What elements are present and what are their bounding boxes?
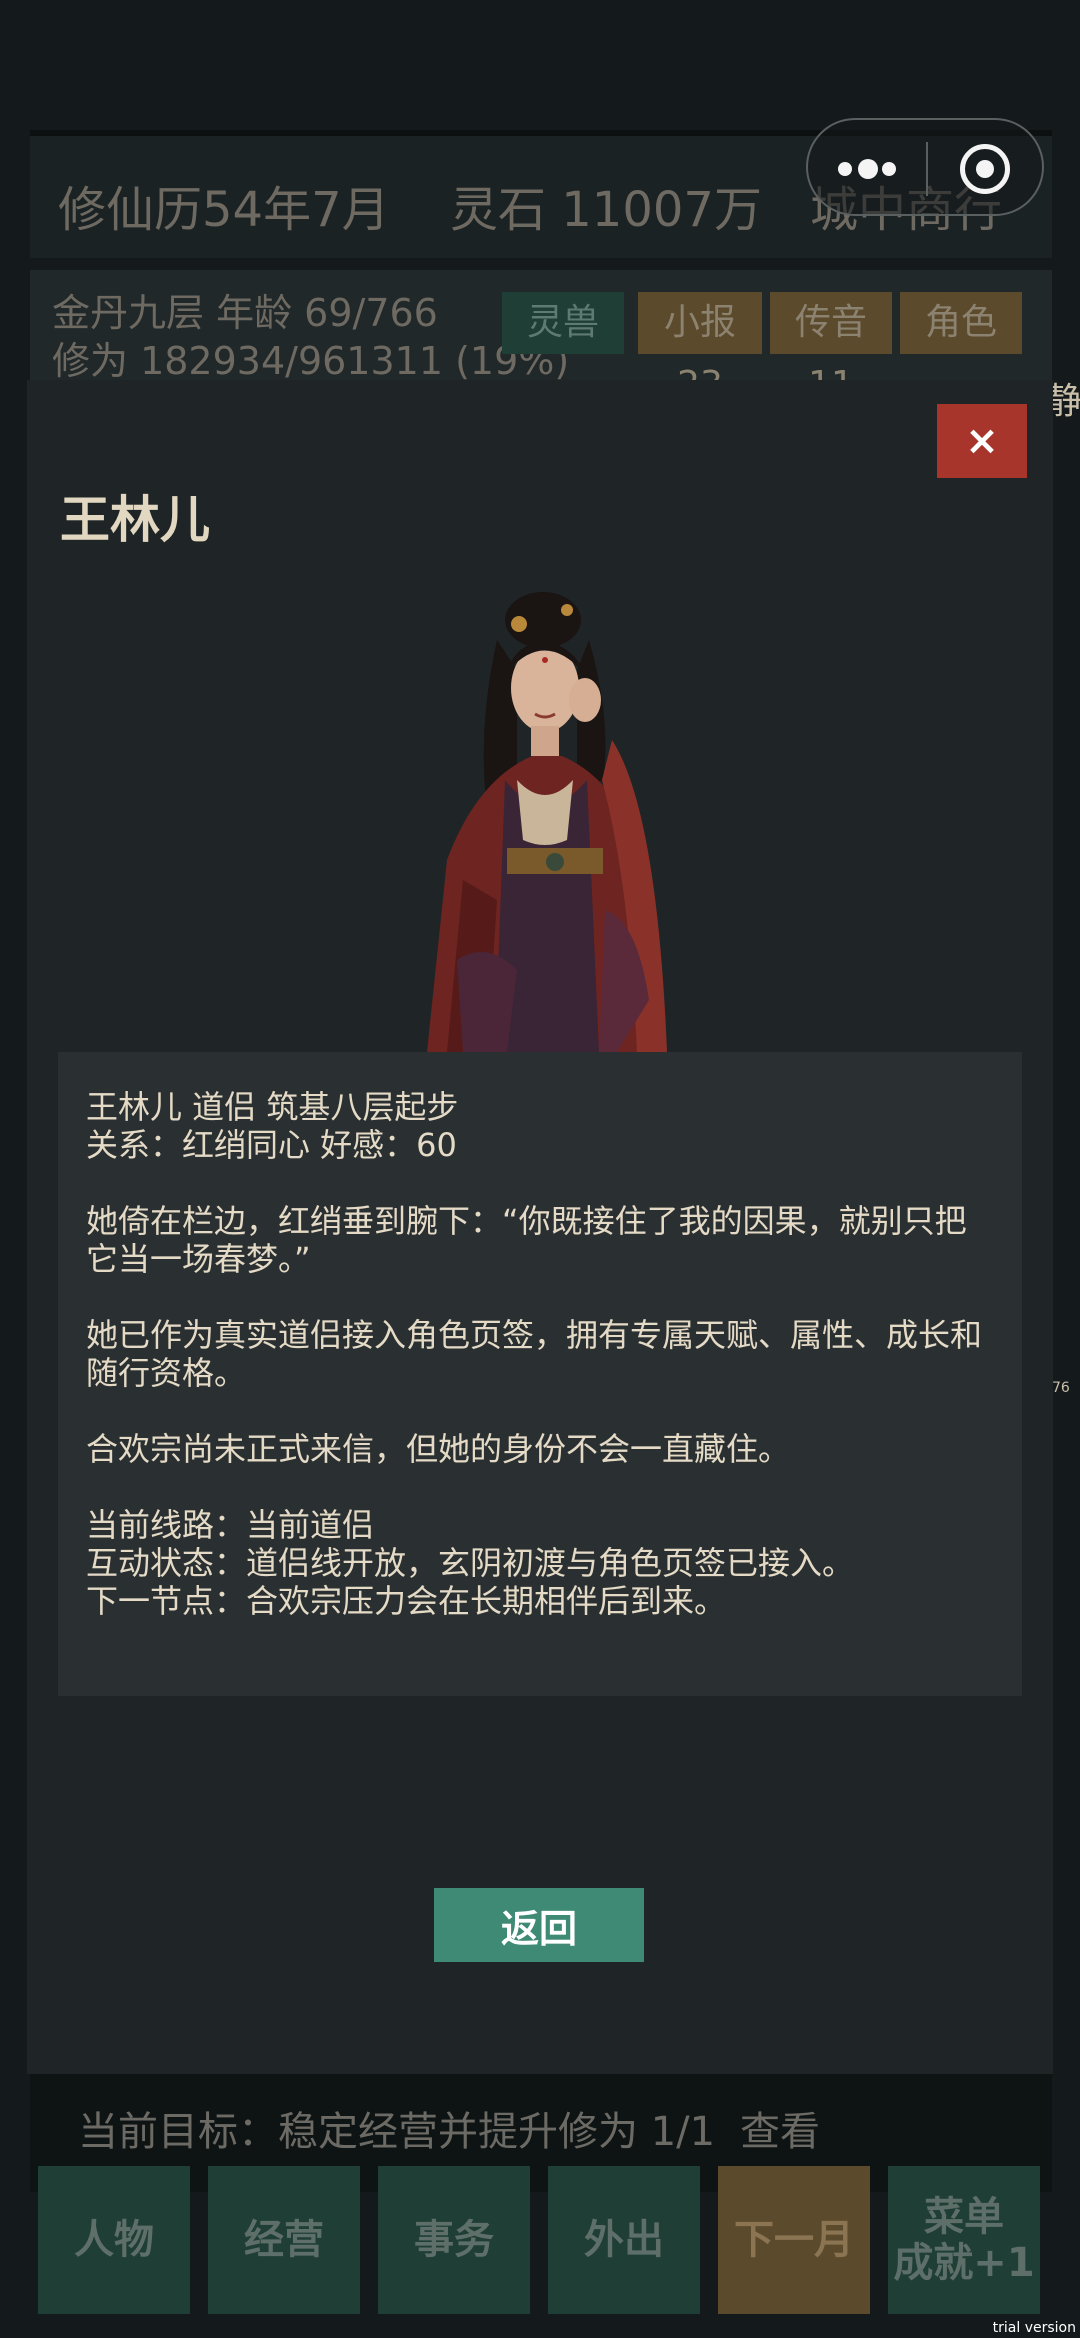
calendar-date: 修仙历54年7月 xyxy=(58,182,390,238)
close-miniprogram-icon[interactable] xyxy=(960,144,1010,194)
return-button[interactable]: 返回 xyxy=(434,1888,644,1962)
side-number: 76 xyxy=(1052,1380,1070,1396)
nav-menu[interactable]: 菜单 成就+1 xyxy=(888,2166,1040,2314)
character-modal: × 王林儿 王林儿 道侣 筑基八层起步 关系：红绡同心 好感：60 她倚在栏边，… xyxy=(27,380,1053,2074)
cultivation-progress: 修为 182934/961311 (19%) xyxy=(52,339,570,383)
miniprogram-capsule xyxy=(806,118,1044,216)
tab-spirit-beast[interactable]: 灵兽 xyxy=(502,292,624,354)
info-relation-line: 关系：红绡同心 好感：60 xyxy=(86,1126,457,1164)
spirit-stone-count: 灵石 11007万 xyxy=(450,182,762,238)
nav-outing[interactable]: 外出 xyxy=(548,2166,700,2314)
capsule-divider xyxy=(926,142,928,196)
goal-text: 当前目标：稳定经营并提升修为 1/1 xyxy=(78,2109,716,2155)
info-route-line: 当前线路：当前道侣 xyxy=(86,1506,375,1544)
info-story-line: 它当一场春梦。” xyxy=(86,1240,311,1278)
nav-affairs[interactable]: 事务 xyxy=(378,2166,530,2314)
character-info-card: 王林儿 道侣 筑基八层起步 关系：红绡同心 好感：60 她倚在栏边，红绡垂到腕下… xyxy=(58,1052,1022,1696)
tab-character[interactable]: 角色 xyxy=(900,292,1022,354)
info-story-line: 她倚在栏边，红绡垂到腕下：“你既接住了我的因果，就别只把 xyxy=(86,1202,967,1240)
tab-messages[interactable]: 传音 11 xyxy=(770,292,892,405)
nav-next-month[interactable]: 下一月 xyxy=(718,2166,870,2314)
realm-age: 金丹九层 年龄 69/766 xyxy=(52,291,438,335)
info-next-node-line: 下一节点：合欢宗压力会在长期相伴后到来。 xyxy=(86,1582,727,1620)
nav-character[interactable]: 人物 xyxy=(38,2166,190,2314)
watermark: trial version xyxy=(992,2320,1076,2336)
info-status-line: 随行资格。 xyxy=(86,1354,247,1392)
character-portrait xyxy=(427,592,667,1052)
info-sect-line: 合欢宗尚未正式来信，但她的身份不会一直藏住。 xyxy=(86,1430,791,1468)
info-status-line: 她已作为真实道侣接入角色页签，拥有专属天赋、属性、成长和 xyxy=(86,1316,983,1354)
modal-title: 王林儿 xyxy=(60,491,210,549)
info-name-line: 王林儿 道侣 筑基八层起步 xyxy=(86,1088,459,1126)
more-icon[interactable] xyxy=(838,158,898,180)
close-button[interactable]: × xyxy=(937,404,1027,478)
tab-newspaper[interactable]: 小报 23 xyxy=(638,292,762,405)
nav-business[interactable]: 经营 xyxy=(208,2166,360,2314)
goal-view-link[interactable]: 查看 xyxy=(740,2099,820,2157)
info-interaction-line: 互动状态：道侣线开放，玄阴初渡与角色页签已接入。 xyxy=(86,1544,855,1582)
